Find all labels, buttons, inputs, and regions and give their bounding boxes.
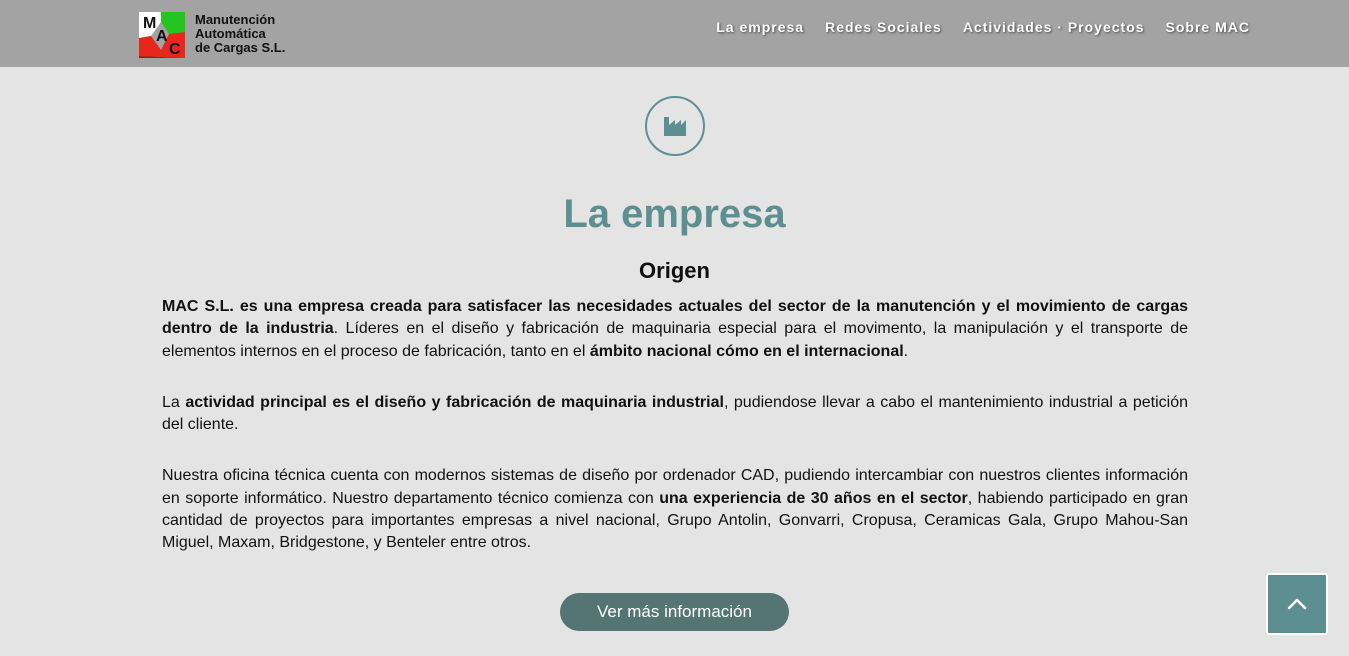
section-content: MAC S.L. es una empresa creada para sati… bbox=[162, 296, 1188, 584]
logo-line-1: Manutención bbox=[195, 12, 276, 27]
more-info-button[interactable]: Ver más información bbox=[560, 593, 789, 631]
logo-text: Manutención Automática de Cargas S.L. bbox=[195, 13, 285, 55]
text-run: . bbox=[903, 342, 909, 360]
logo-mark-icon: M A C bbox=[139, 12, 185, 58]
paragraph-origen: MAC S.L. es una empresa creada para sati… bbox=[162, 296, 1188, 363]
navbar: M A C Manutención Automática de Cargas S… bbox=[0, 0, 1349, 67]
logo-letter-m: M bbox=[143, 15, 156, 32]
paragraph-oficina-tecnica: Nuestra oficina técnica cuenta con moder… bbox=[162, 465, 1188, 554]
text-run: una experiencia de 30 años en el sector bbox=[659, 489, 968, 507]
main-nav: La empresa Redes Sociales Actividades · … bbox=[716, 19, 1250, 35]
chevron-up-icon bbox=[1287, 598, 1307, 610]
scroll-to-top-button[interactable] bbox=[1266, 573, 1328, 635]
nav-link-redes-sociales[interactable]: Redes Sociales bbox=[825, 19, 942, 35]
company-logo[interactable]: M A C Manutención Automática de Cargas S… bbox=[139, 10, 299, 60]
section-subtitle: Origen bbox=[639, 258, 710, 283]
text-run: La bbox=[162, 393, 186, 411]
section-title: La empresa bbox=[563, 192, 786, 236]
section-icon-circle bbox=[645, 96, 705, 156]
nav-link-sobre-mac[interactable]: Sobre MAC bbox=[1166, 19, 1250, 35]
logo-line-3: de Cargas S.L. bbox=[195, 40, 286, 55]
nav-link-actividades-proyectos[interactable]: Actividades · Proyectos bbox=[963, 19, 1145, 35]
text-run: ámbito nacional cómo en el internacional bbox=[589, 342, 904, 360]
logo-letter-c: C bbox=[169, 41, 181, 58]
logo-letter-a: A bbox=[156, 28, 168, 45]
paragraph-actividad: La actividad principal es el diseño y fa… bbox=[162, 392, 1188, 437]
logo-line-2: Automática bbox=[195, 26, 266, 41]
nav-link-la-empresa[interactable]: La empresa bbox=[716, 19, 804, 35]
text-run: actividad principal es el diseño y fabri… bbox=[185, 393, 724, 411]
factory-icon bbox=[664, 117, 686, 136]
